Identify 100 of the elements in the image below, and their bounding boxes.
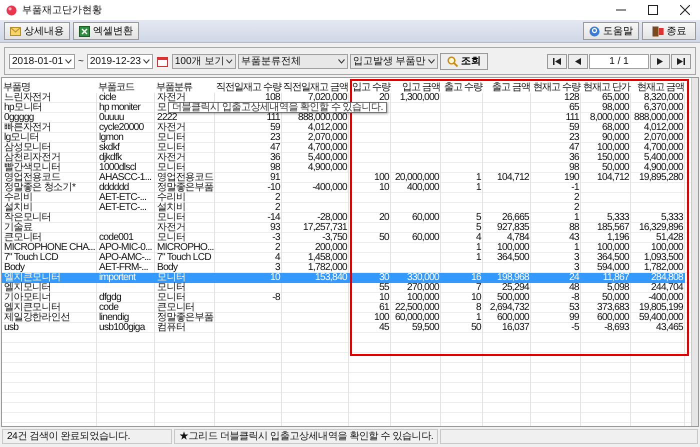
window-title: 부품재고단가현황 bbox=[22, 4, 102, 17]
end-date-field[interactable]: 2019-12-23 bbox=[86, 54, 153, 68]
table-cell-text: 91 bbox=[269, 173, 281, 183]
table-cell-text: 100,000 bbox=[406, 293, 440, 303]
table-cell-text: AET-ETC-... bbox=[98, 203, 148, 213]
table-cell-text: 927,835 bbox=[496, 223, 530, 233]
table-cell-text: Body bbox=[3, 263, 25, 273]
column-header[interactable]: 현재고 수량 bbox=[533, 82, 580, 93]
help-button[interactable]: 도움말 bbox=[583, 22, 639, 40]
column-header[interactable]: 입고 수량 bbox=[352, 82, 390, 93]
table-cell-text: 68,000 bbox=[601, 123, 630, 133]
table-cell-text: 모니터 bbox=[156, 213, 186, 223]
table-cell: 30 bbox=[349, 273, 391, 283]
table-cell-text: hp moniter bbox=[98, 103, 142, 113]
hint-tooltip: 더블클릭시 입출고상세내역을 확인할 수 있습니다. bbox=[168, 102, 387, 113]
table-cell: 24 bbox=[531, 273, 581, 283]
column-header[interactable]: 부품코드 bbox=[98, 82, 134, 93]
table-cell-text: 364,500 bbox=[496, 253, 530, 263]
table-cell-text: 4,012,000 bbox=[306, 123, 348, 133]
column-header[interactable]: 입고 금액 bbox=[402, 82, 440, 93]
table-cell: 198,968 bbox=[483, 273, 531, 283]
table-cell-text: lg모니터 bbox=[3, 133, 39, 143]
calendar-icon[interactable] bbox=[156, 56, 168, 66]
column-header[interactable]: 현재고 금액 bbox=[637, 82, 684, 93]
table-cell-text: 23 bbox=[269, 133, 282, 143]
table-cell-text: 36 bbox=[568, 153, 580, 163]
table-cell-text: 1 bbox=[475, 313, 482, 323]
first-page-button[interactable] bbox=[547, 54, 567, 68]
table-cell-text: 270,000 bbox=[406, 283, 440, 293]
table-cell-text: 104,712 bbox=[596, 173, 630, 183]
next-page-button[interactable] bbox=[650, 54, 670, 68]
table-cell-text: -400,000 bbox=[647, 293, 684, 303]
close-icon[interactable] bbox=[680, 5, 690, 15]
dropdown[interactable]: 100개 보기 bbox=[172, 54, 236, 68]
dropdown[interactable]: 입고발생 부품만 bbox=[350, 54, 438, 68]
search-button[interactable]: 조회 bbox=[440, 52, 488, 70]
table-cell-text: 90,000 bbox=[601, 133, 630, 143]
table-cell: 16 bbox=[441, 273, 483, 283]
table-cell-text: -3,750 bbox=[321, 233, 348, 243]
table-cell-text: 6,370,000 bbox=[642, 103, 684, 113]
table-cell-text: 제일강한라인선 bbox=[3, 313, 71, 323]
column-header[interactable]: 직전일재고 금액 bbox=[283, 82, 348, 93]
table-cell-text: 5 bbox=[475, 213, 482, 223]
table-cell-text: 빠른자전거 bbox=[3, 123, 52, 133]
table-cell-text: 2 bbox=[274, 193, 281, 203]
table-cell-text: AET-ETC-... bbox=[98, 193, 148, 203]
table-cell-text: 2222 bbox=[156, 113, 177, 123]
table-cell-text: 자전거 bbox=[156, 123, 186, 133]
previous-page-button[interactable] bbox=[568, 54, 588, 68]
last-page-icon bbox=[677, 58, 685, 64]
table-cell-text: 65 bbox=[568, 103, 580, 113]
column-header[interactable]: 출고 수량 bbox=[444, 82, 482, 93]
table-cell-text: 3 bbox=[573, 253, 580, 263]
table-cell-text: 50,000 bbox=[601, 293, 630, 303]
table-cell-text: 59,400,000 bbox=[638, 313, 684, 323]
table-cell-text: 4,700,000 bbox=[642, 143, 684, 153]
table-cell-text: 43 bbox=[568, 233, 580, 243]
table-cell-text: 1 bbox=[573, 213, 580, 223]
envelope-icon bbox=[10, 26, 21, 36]
table-cell-text: 삼천리자전거 bbox=[3, 153, 62, 163]
table-cell-text: 185,567 bbox=[596, 223, 630, 233]
table-cell-text: 5,400,000 bbox=[642, 153, 684, 163]
table-cell-text: 51,428 bbox=[655, 233, 684, 243]
excel-button[interactable]: 엑셀변환 bbox=[73, 22, 139, 40]
table-cell-text: linendig bbox=[98, 313, 129, 323]
column-header[interactable]: 현재고 단가 bbox=[583, 82, 630, 93]
table-cell-text: 43,465 bbox=[655, 323, 684, 333]
table-cell-text: 1,093,500 bbox=[642, 253, 684, 263]
column-header[interactable]: 직전일재고 수량 bbox=[216, 82, 281, 93]
table-cell-text: 19,895,280 bbox=[638, 173, 684, 183]
maximize-icon[interactable] bbox=[648, 5, 658, 15]
table-cell-text: 17,257,731 bbox=[302, 223, 348, 233]
dropdown[interactable]: 부품분류전체 bbox=[238, 54, 348, 68]
column-header[interactable]: 부품분류 bbox=[156, 82, 192, 93]
column-header[interactable]: 출고 금액 bbox=[492, 82, 530, 93]
table-cell-text: 자전거 bbox=[156, 93, 186, 103]
start-date-field[interactable]: 2018-01-01 bbox=[9, 54, 75, 68]
column-header[interactable]: 부품명 bbox=[3, 82, 30, 93]
table-cell-text: 컴퓨터 bbox=[156, 323, 186, 333]
table-cell-text: 59 bbox=[568, 123, 580, 133]
first-page-icon bbox=[553, 58, 561, 64]
table-cell-text: 61 bbox=[378, 303, 390, 313]
table-cell-text: 100 bbox=[373, 173, 390, 183]
table-cell-text: 5,333 bbox=[606, 213, 630, 223]
table-cell-text: 기술료 bbox=[3, 223, 32, 233]
table-cell-text: cicle bbox=[98, 93, 116, 103]
search-icon bbox=[446, 56, 458, 66]
last-page-button[interactable] bbox=[671, 54, 691, 68]
table-cell-text: 99 bbox=[568, 313, 580, 323]
table-cell-text: 1,300,000 bbox=[398, 93, 440, 103]
table-cell-text: 설치비 bbox=[156, 203, 186, 213]
exit-button[interactable]: 종료 bbox=[642, 22, 696, 40]
help-icon bbox=[589, 26, 600, 36]
scrollbar[interactable] bbox=[691, 78, 698, 426]
table-cell: importent bbox=[97, 273, 155, 283]
table-cell-text: 100,000 bbox=[596, 143, 630, 153]
detail-button[interactable]: 상세내용 bbox=[4, 22, 70, 40]
table-cell-text: 65,000 bbox=[601, 93, 630, 103]
table-cell-text: 4,784 bbox=[506, 233, 530, 243]
table-cell-text: 1,458,000 bbox=[306, 253, 348, 263]
